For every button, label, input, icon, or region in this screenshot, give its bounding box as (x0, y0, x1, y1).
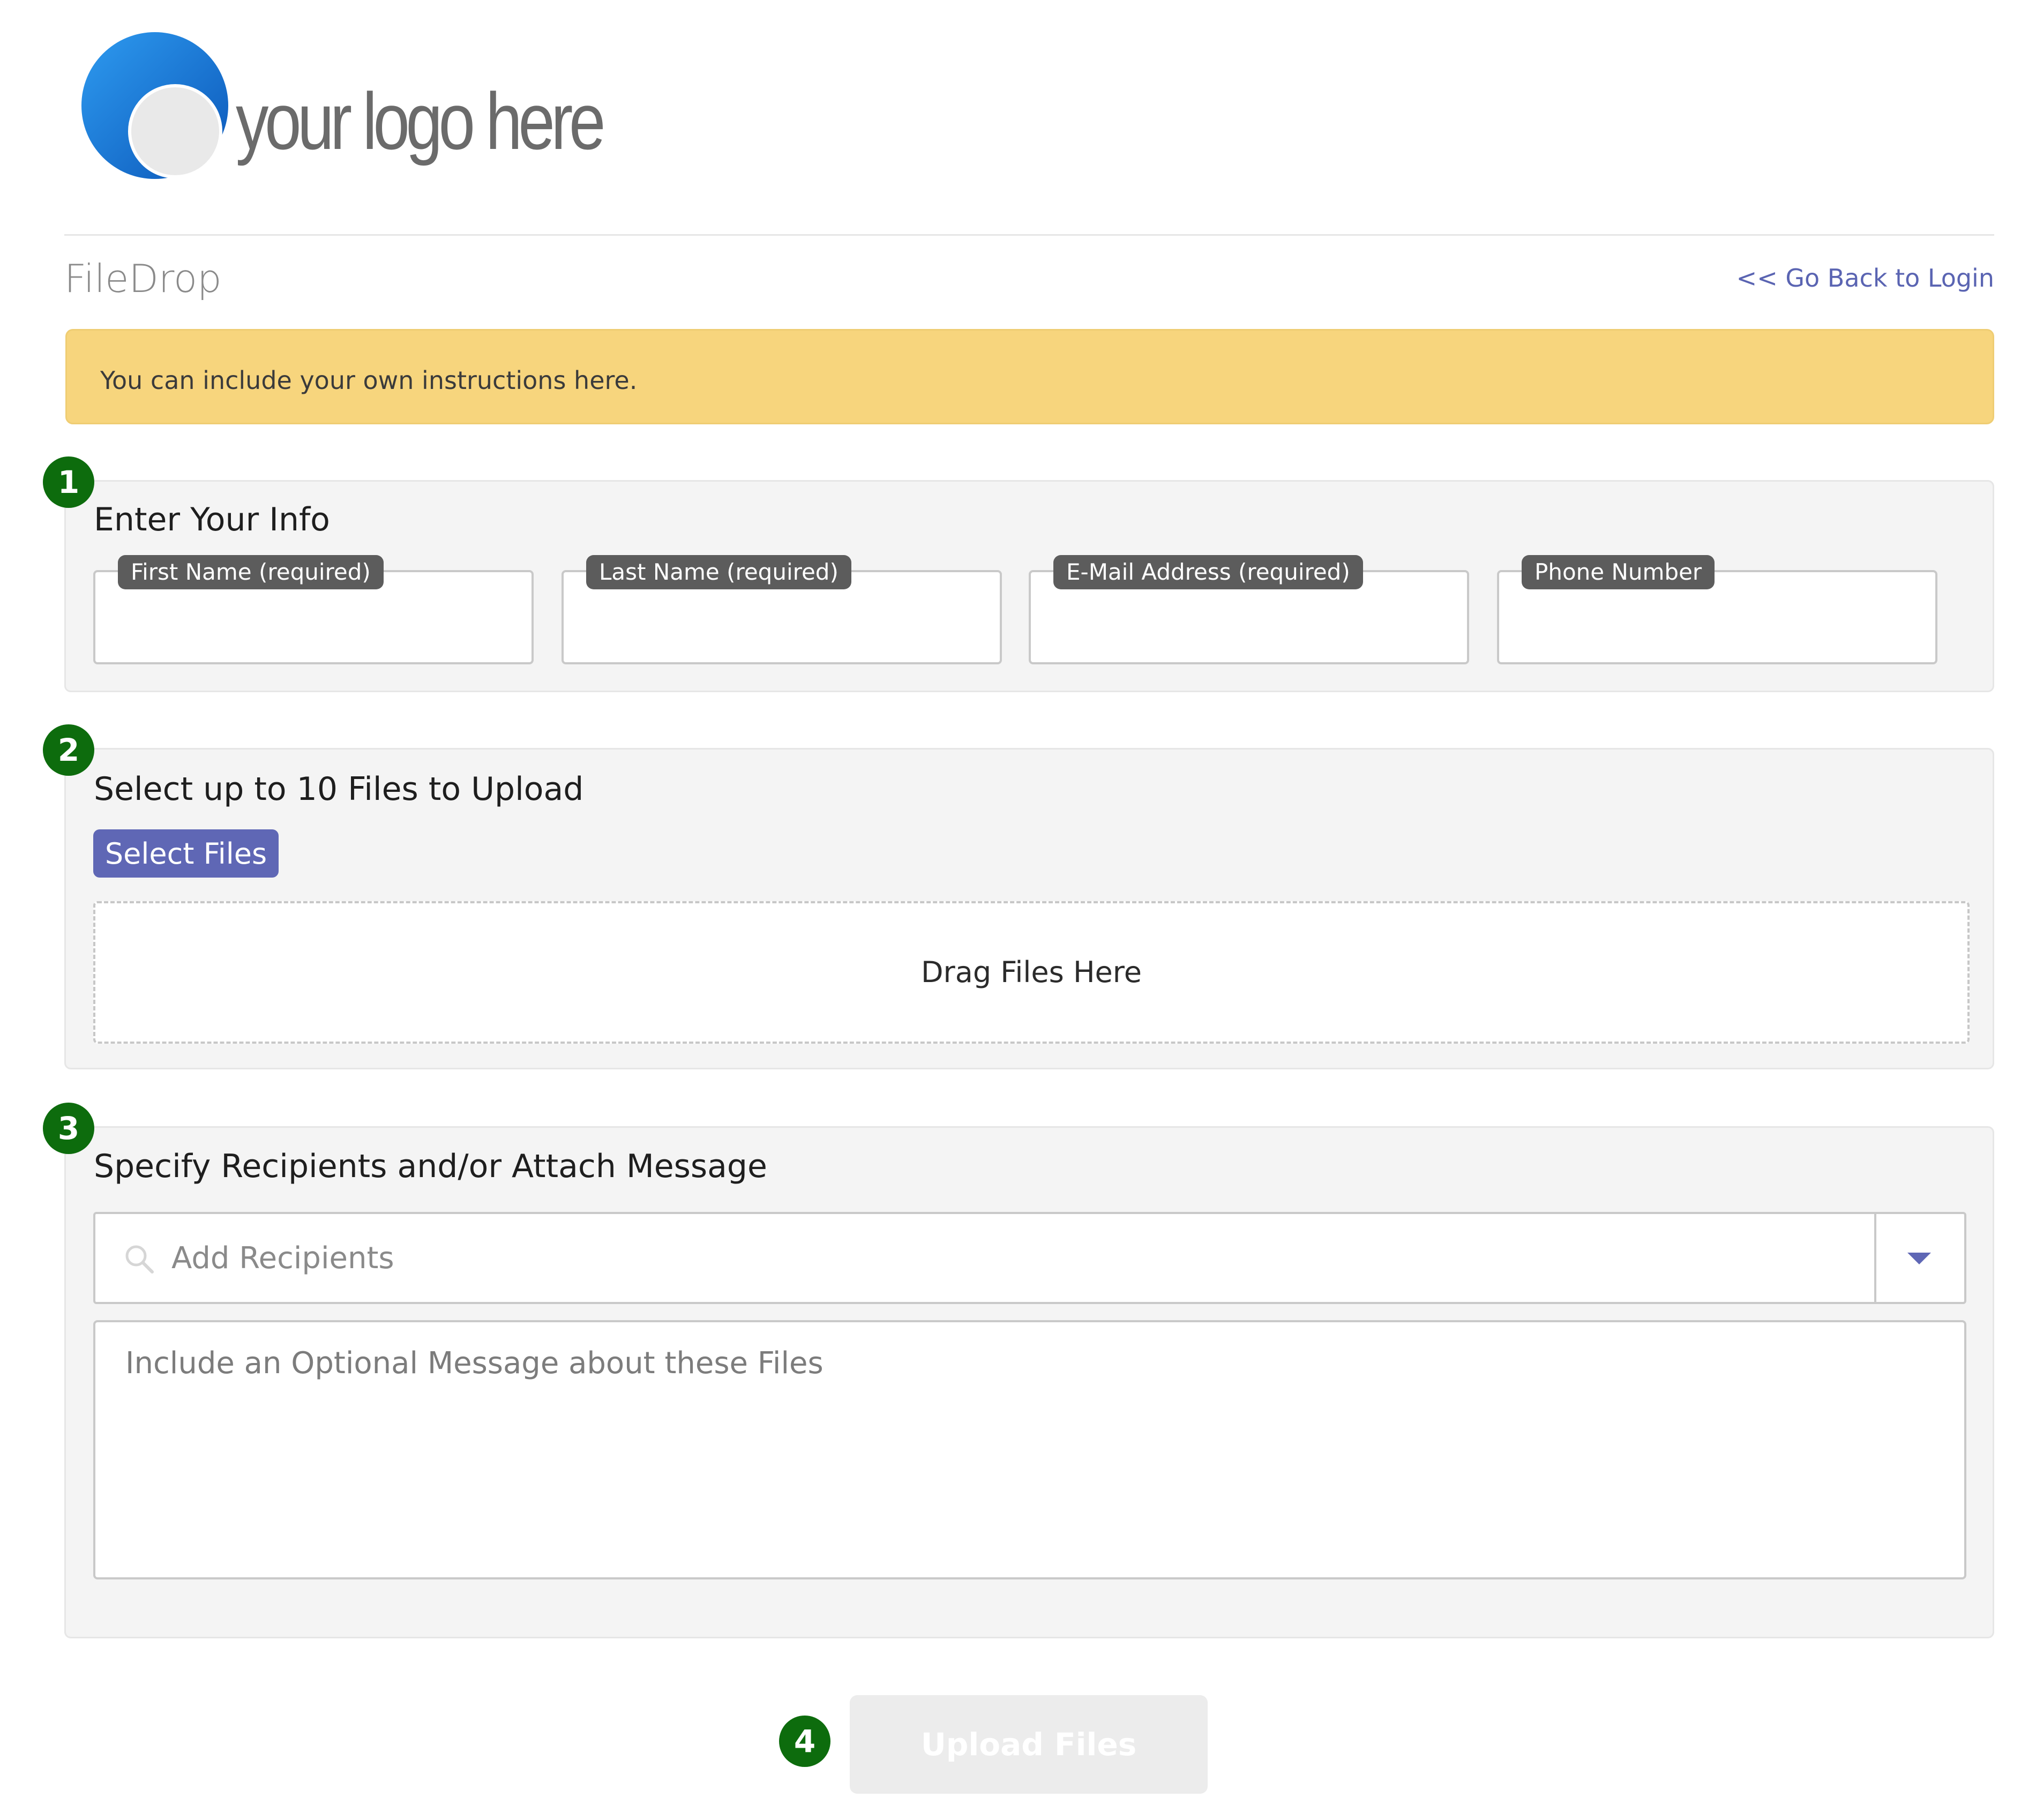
step-4-badge: 4 (779, 1716, 830, 1767)
go-back-to-login-link[interactable]: << Go Back to Login (1715, 264, 1994, 293)
select-files-heading: Select up to 10 Files to Upload (94, 770, 584, 808)
phone-number-label: Phone Number (1522, 555, 1715, 589)
first-name-label: First Name (required) (118, 555, 384, 589)
chevron-down-icon[interactable] (1876, 1214, 1964, 1302)
search-icon (125, 1245, 154, 1274)
recipients-select (93, 1212, 1966, 1304)
enter-info-heading: Enter Your Info (94, 501, 330, 538)
header-divider (64, 234, 1994, 236)
instructions-banner: You can include your own instructions he… (65, 329, 1994, 424)
logo-text: your logo here (236, 76, 605, 166)
step-1-badge: 1 (43, 456, 94, 508)
select-files-button[interactable]: Select Files (93, 829, 279, 878)
recipients-heading: Specify Recipients and/or Attach Message (94, 1148, 767, 1185)
file-dropzone[interactable]: Drag Files Here (93, 901, 1970, 1044)
add-recipients-input[interactable] (170, 1214, 1863, 1302)
step-3-badge: 3 (43, 1103, 94, 1154)
logo-mark-icon (81, 32, 228, 179)
last-name-label: Last Name (required) (586, 555, 851, 589)
email-label: E-Mail Address (required) (1053, 555, 1363, 589)
upload-files-button[interactable]: Upload Files (850, 1695, 1208, 1794)
message-textarea[interactable] (93, 1320, 1966, 1579)
page-title: FileDrop (64, 256, 222, 301)
step-2-badge: 2 (43, 724, 94, 776)
